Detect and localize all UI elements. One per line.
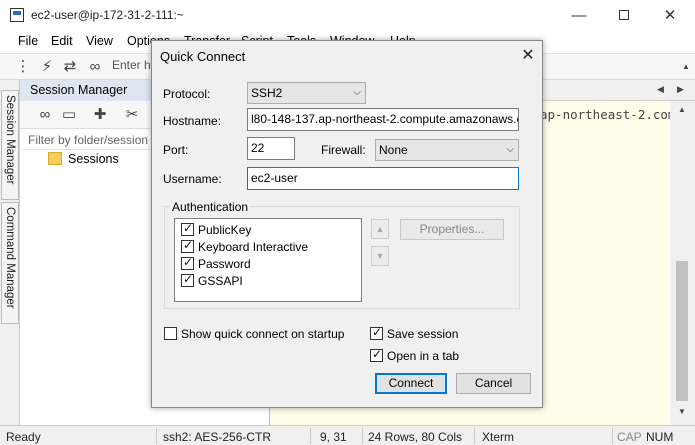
menu-edit[interactable]: Edit <box>51 34 73 48</box>
window-title: ec2-user@ip-172-31-2-111:~ <box>31 8 184 22</box>
arrow-up-icon: ▲ <box>375 224 385 234</box>
auth-item-label: Password <box>198 257 251 271</box>
open-in-tab-label: Open in a tab <box>387 349 460 363</box>
toolbar-scroll-icon[interactable]: ▲ <box>682 62 690 71</box>
status-cursor: 9, 31 <box>320 430 347 444</box>
auth-item-label: Keyboard Interactive <box>198 240 309 254</box>
tree-item-sessions[interactable]: Sessions <box>48 152 119 170</box>
checkbox-checked-icon[interactable] <box>181 221 194 236</box>
checkbox-checked-icon[interactable] <box>181 272 194 287</box>
cancel-button[interactable]: Cancel <box>456 373 531 394</box>
status-cap: CAP <box>617 430 642 444</box>
dialog-close-button[interactable]: ✕ <box>518 46 538 66</box>
folder-icon <box>48 152 62 165</box>
tree-item-label: Sessions <box>68 152 119 166</box>
checkbox-checked-icon[interactable] <box>370 325 383 340</box>
save-session-label: Save session <box>387 327 459 341</box>
tab-session-manager-label: Session Manager <box>4 95 16 185</box>
checkbox-unchecked-icon[interactable] <box>164 327 177 340</box>
menu-file[interactable]: File <box>18 34 38 48</box>
protocol-select[interactable]: SSH2 ⌵ <box>247 82 366 104</box>
authentication-group-label: Authentication <box>170 200 251 214</box>
show-on-startup-label: Show quick connect on startup <box>181 327 345 341</box>
connect-button[interactable]: Connect <box>375 373 447 394</box>
protocol-value: SSH2 <box>251 86 283 100</box>
status-divider <box>310 428 311 444</box>
checkbox-checked-icon[interactable] <box>181 255 194 270</box>
show-on-startup-checkbox[interactable]: Show quick connect on startup <box>164 327 344 341</box>
scroll-up-icon[interactable]: ▲ <box>678 105 686 114</box>
auth-item-keyboard-interactive[interactable]: Keyboard Interactive <box>181 238 309 255</box>
tab-session-manager[interactable]: Session Manager <box>1 90 19 200</box>
tab-scroll-right-icon[interactable]: ▶ <box>677 84 684 95</box>
firewall-select[interactable]: None ⌵ <box>375 139 519 161</box>
auth-item-publickey[interactable]: PublicKey <box>181 221 252 238</box>
username-field[interactable]: ec2-user <box>247 167 519 190</box>
reconnect-icon[interactable]: ⇄ <box>61 58 79 76</box>
tab-command-manager[interactable]: Command Manager <box>1 202 19 324</box>
tab-window-icon[interactable]: ▭ <box>60 106 78 124</box>
maximize-icon <box>619 10 629 20</box>
tab-scroll-left-icon[interactable]: ◀ <box>657 84 664 95</box>
hostname-label: Hostname: <box>163 114 222 128</box>
menu-view[interactable]: View <box>86 34 113 48</box>
status-ready: Ready <box>6 430 41 444</box>
auth-methods-list[interactable]: PublicKey Keyboard Interactive Password … <box>174 218 362 302</box>
checkbox-checked-icon[interactable] <box>370 347 383 362</box>
status-cipher: ssh2: AES-256-CTR <box>163 430 272 444</box>
auth-item-gssapi[interactable]: GSSAPI <box>181 272 243 289</box>
link-icon[interactable]: ∞ <box>86 58 104 76</box>
scrollbar-thumb[interactable] <box>676 261 688 401</box>
window-titlebar: ec2-user@ip-172-31-2-111:~ — ✕ <box>0 0 695 31</box>
move-down-button[interactable]: ▼ <box>371 246 389 266</box>
connect-link-icon[interactable]: ∞ <box>36 106 54 124</box>
status-divider <box>156 428 157 444</box>
quick-connect-dialog: Quick Connect ✕ Protocol: SSH2 ⌵ Hostnam… <box>151 40 543 408</box>
auth-item-password[interactable]: Password <box>181 255 251 272</box>
move-up-button[interactable]: ▲ <box>371 219 389 239</box>
sitemap-icon[interactable]: ⋮ <box>14 58 32 76</box>
firewall-label: Firewall: <box>321 143 366 157</box>
port-field[interactable]: 22 <box>247 137 295 160</box>
username-label: Username: <box>163 172 222 186</box>
open-in-tab-checkbox[interactable]: Open in a tab <box>370 347 460 363</box>
maximize-button[interactable] <box>601 2 647 29</box>
session-manager-title: Session Manager <box>30 83 128 97</box>
protocol-label: Protocol: <box>163 87 211 101</box>
dialog-title: Quick Connect <box>160 49 246 64</box>
add-icon[interactable]: ✚ <box>91 106 109 124</box>
status-divider <box>474 428 475 444</box>
cut-icon[interactable]: ✂ <box>123 106 141 124</box>
auth-item-label: PublicKey <box>198 223 252 237</box>
minimize-button[interactable]: — <box>556 2 602 29</box>
scroll-down-icon[interactable]: ▼ <box>678 407 686 416</box>
arrow-down-icon: ▼ <box>375 251 385 261</box>
status-num: NUM <box>646 430 674 444</box>
auth-item-label: GSSAPI <box>198 274 243 288</box>
terminal-scrollbar[interactable]: ▲ ▼ <box>670 101 695 425</box>
port-label: Port: <box>163 143 189 157</box>
hostname-field[interactable]: l80-148-137.ap-northeast-2.compute.amazo… <box>247 108 519 131</box>
checkbox-checked-icon[interactable] <box>181 238 194 253</box>
save-session-checkbox[interactable]: Save session <box>370 325 459 341</box>
close-window-button[interactable]: ✕ <box>647 2 693 29</box>
lightning-icon[interactable]: ⚡ <box>38 58 56 76</box>
left-vertical-tabs: Session Manager Command Manager <box>0 80 20 425</box>
chevron-down-icon: ⌵ <box>353 87 361 98</box>
status-divider <box>612 428 613 444</box>
app-icon <box>10 8 24 22</box>
properties-button[interactable]: Properties... <box>400 219 504 240</box>
chevron-down-icon: ⌵ <box>506 144 514 155</box>
status-bar: Ready ssh2: AES-256-CTR 9, 31 24 Rows, 8… <box>0 425 695 445</box>
status-divider <box>362 428 363 444</box>
tab-command-manager-label: Command Manager <box>4 207 16 309</box>
status-size: 24 Rows, 80 Cols <box>368 430 463 444</box>
firewall-value: None <box>379 143 408 157</box>
status-term-type: Xterm <box>482 430 515 444</box>
